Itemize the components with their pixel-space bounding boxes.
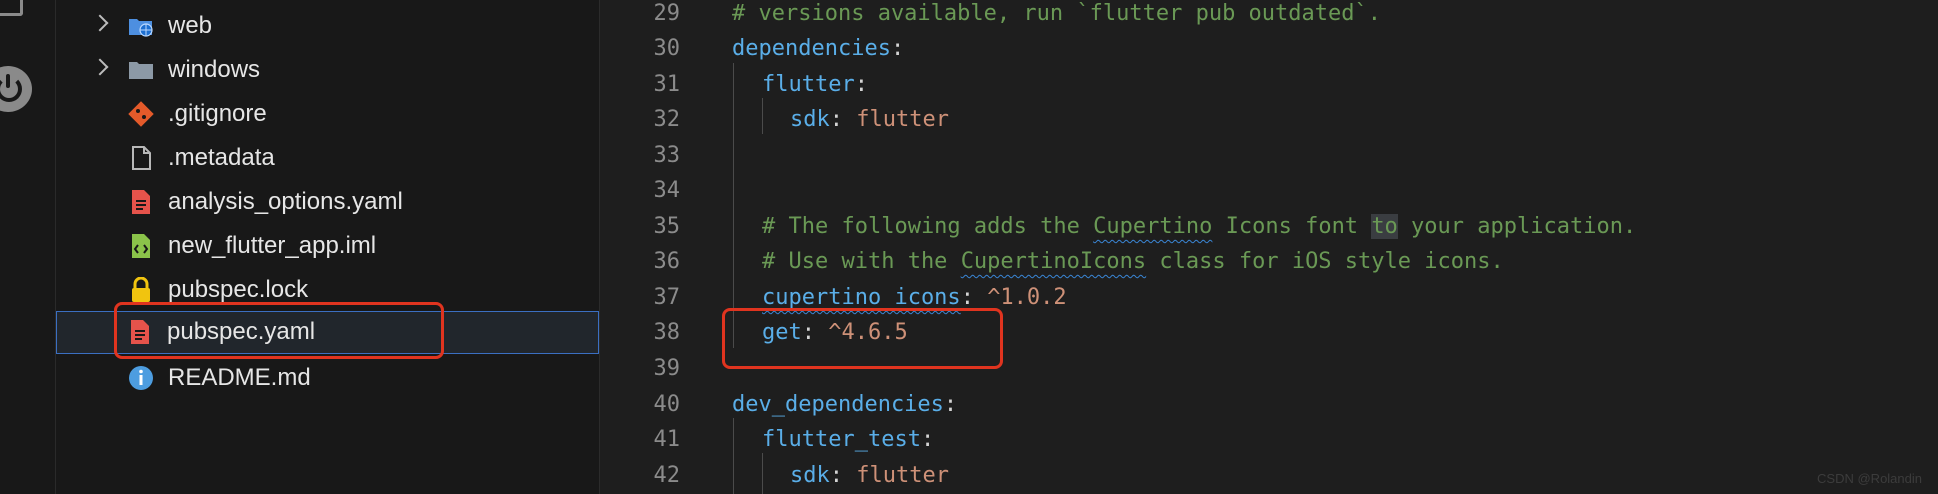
lock-icon <box>132 277 150 302</box>
line-number: 35 <box>653 214 681 239</box>
yaml-file-icon <box>132 190 150 214</box>
info-icon <box>129 366 153 390</box>
annotation-box-get-dependency <box>722 308 1003 369</box>
explorer-icon[interactable] <box>0 0 23 16</box>
tree-item-windows[interactable]: windows <box>56 48 599 91</box>
tree-item-label: windows <box>168 56 261 83</box>
file-icon <box>132 146 151 170</box>
watermark: CSDN @Rolandin <box>1817 471 1922 486</box>
line-number: 31 <box>653 72 681 97</box>
code-line-41: flutter_test: <box>762 427 935 452</box>
line-number: 41 <box>653 427 681 452</box>
line-number: 29 <box>653 1 681 26</box>
code-line-42: sdk: flutter <box>790 463 949 488</box>
code-line-30: dependencies: <box>732 36 905 61</box>
tree-item-label: pubspec.lock <box>168 276 309 303</box>
iml-file-icon <box>132 234 150 258</box>
tree-item-web[interactable]: web <box>56 4 599 47</box>
tree-item-label: README.md <box>168 364 311 391</box>
git-icon <box>128 101 154 127</box>
line-number: 32 <box>653 107 681 132</box>
line-number: 30 <box>653 36 681 61</box>
line-number: 40 <box>653 392 681 417</box>
activity-bar <box>0 0 56 494</box>
tree-item-iml[interactable]: new_flutter_app.iml <box>56 224 599 267</box>
folder-web-icon <box>129 19 153 37</box>
line-number: 39 <box>653 356 681 381</box>
line-number: 38 <box>653 320 681 345</box>
code-line-35: # The following adds the Cupertino Icons… <box>762 214 1637 239</box>
tree-item-label: new_flutter_app.iml <box>168 232 377 259</box>
indent-guide <box>733 418 734 494</box>
chevron-right-icon[interactable] <box>91 58 109 76</box>
chevron-right-icon[interactable] <box>91 14 109 32</box>
code-line-40: dev_dependencies: <box>732 392 958 417</box>
folder-icon <box>129 62 153 79</box>
indent-guide <box>733 63 734 348</box>
tree-item-label: analysis_options.yaml <box>168 188 403 215</box>
indent-guide <box>762 453 763 494</box>
code-line-29: # versions available, run `flutter pub o… <box>732 1 1382 26</box>
tree-item-metadata[interactable]: .metadata <box>56 136 599 179</box>
code-line-32: sdk: flutter <box>790 107 949 132</box>
line-number: 33 <box>653 143 681 168</box>
code-line-36: # Use with the CupertinoIcons class for … <box>762 249 1504 274</box>
code-editor[interactable]: 29 30 31 32 33 34 35 36 37 38 39 40 41 4… <box>600 0 1938 494</box>
power-icon[interactable] <box>0 66 32 112</box>
tree-item-gitignore[interactable]: .gitignore <box>56 92 599 135</box>
tree-item-analysis-options[interactable]: analysis_options.yaml <box>56 180 599 223</box>
line-number: 42 <box>653 463 681 488</box>
line-number: 37 <box>653 285 681 310</box>
indent-guide <box>762 98 763 134</box>
code-line-31: flutter: <box>762 72 868 97</box>
tree-item-readme[interactable]: README.md <box>56 356 599 399</box>
annotation-box-pubspec <box>114 302 444 359</box>
line-number: 34 <box>653 178 681 203</box>
tree-item-label: .gitignore <box>168 100 267 127</box>
explorer-sidebar: web windows .gitignore .metadata analysi… <box>56 0 600 494</box>
tree-item-label: .metadata <box>168 144 275 171</box>
line-number: 36 <box>653 249 681 274</box>
tree-item-label: web <box>168 12 213 39</box>
